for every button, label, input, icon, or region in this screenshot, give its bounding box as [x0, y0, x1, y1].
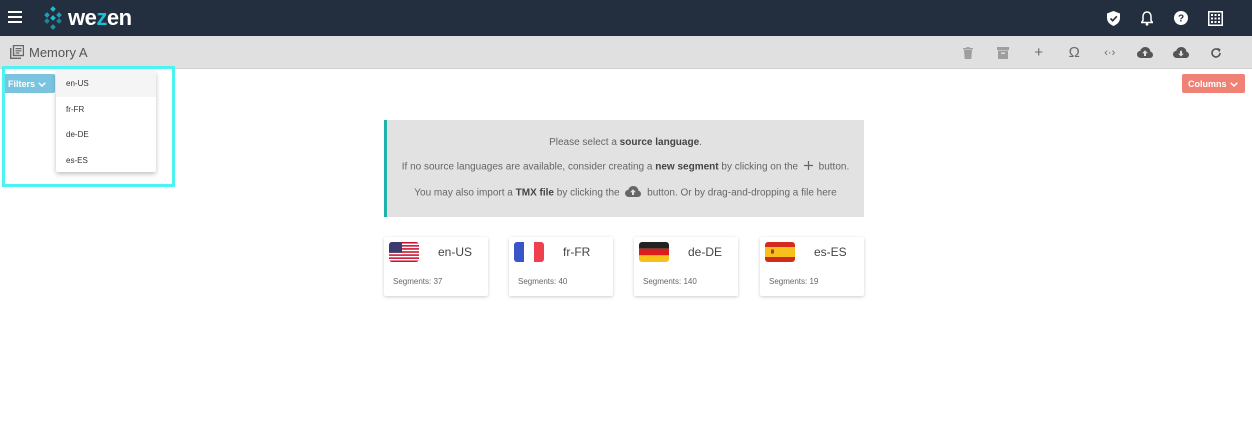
segment-count: Segments: 19	[769, 277, 819, 286]
info-line-2: If no source languages are available, co…	[401, 161, 850, 173]
info-line-1: Please select a source language.	[549, 137, 702, 148]
app-header: wezen ?	[0, 0, 1252, 36]
filter-option-en-us[interactable]: en-US	[56, 71, 156, 97]
language-code: de-DE	[688, 245, 723, 259]
columns-label: Columns	[1188, 78, 1227, 89]
svg-text:?: ?	[1178, 14, 1184, 25]
menu-icon[interactable]	[8, 11, 22, 23]
filter-option-fr-fr[interactable]: fr-FR	[56, 97, 156, 123]
code-icon[interactable]: ‹·›	[1092, 36, 1128, 69]
filter-option-de-de[interactable]: de-DE	[56, 122, 156, 148]
cloud-download-icon[interactable]	[1163, 36, 1199, 69]
memory-title: Memory A	[29, 45, 88, 60]
shield-check-icon[interactable]	[1096, 9, 1130, 27]
app-logo[interactable]: wezen	[40, 5, 132, 30]
us-flag-icon	[389, 242, 419, 262]
chevron-down-icon	[1229, 79, 1238, 89]
segment-count: Segments: 140	[643, 277, 697, 286]
grid-apps-icon[interactable]	[1198, 9, 1232, 27]
refresh-icon[interactable]	[1199, 36, 1235, 69]
language-code: es-ES	[814, 245, 847, 259]
language-card-fr-fr[interactable]: fr-FR Segments: 40	[509, 237, 613, 296]
de-flag-icon	[639, 242, 669, 262]
es-flag-icon	[765, 242, 795, 262]
cloud-upload-icon[interactable]	[1128, 36, 1164, 69]
bell-icon[interactable]	[1130, 9, 1164, 27]
delete-icon[interactable]	[950, 36, 986, 69]
language-card-es-es[interactable]: es-ES Segments: 19	[760, 237, 864, 296]
columns-button[interactable]: Columns	[1182, 74, 1245, 93]
archive-icon[interactable]	[986, 36, 1022, 69]
language-code: en-US	[438, 245, 473, 259]
cloud-upload-icon	[625, 186, 642, 200]
info-panel: Please select a source language. If no s…	[384, 120, 864, 217]
filters-label: Filters	[8, 78, 36, 89]
chevron-down-icon	[38, 79, 46, 89]
help-icon[interactable]: ?	[1164, 9, 1198, 27]
language-card-de-de[interactable]: de-DE Segments: 140	[634, 237, 738, 296]
logo-text: wezen	[68, 5, 132, 30]
filters-button[interactable]: Filters	[3, 74, 55, 93]
memory-toolbar: Memory A + Ω ‹·›	[0, 36, 1252, 69]
language-card-en-us[interactable]: en-US Segments: 37	[384, 237, 488, 296]
language-code: fr-FR	[563, 245, 591, 259]
omega-icon[interactable]: Ω	[1057, 36, 1093, 69]
logo-mark-icon	[40, 6, 66, 30]
filter-option-es-es[interactable]: es-ES	[56, 148, 156, 174]
info-line-3: You may also import a TMX file by clicki…	[414, 186, 837, 200]
plus-icon	[803, 161, 813, 173]
filters-dropdown: en-US fr-FR de-DE es-ES	[56, 71, 156, 172]
library-icon	[10, 44, 25, 59]
fr-flag-icon	[514, 242, 544, 262]
segment-count: Segments: 37	[393, 277, 443, 286]
segment-count: Segments: 40	[518, 277, 568, 286]
add-icon[interactable]: +	[1021, 36, 1057, 69]
